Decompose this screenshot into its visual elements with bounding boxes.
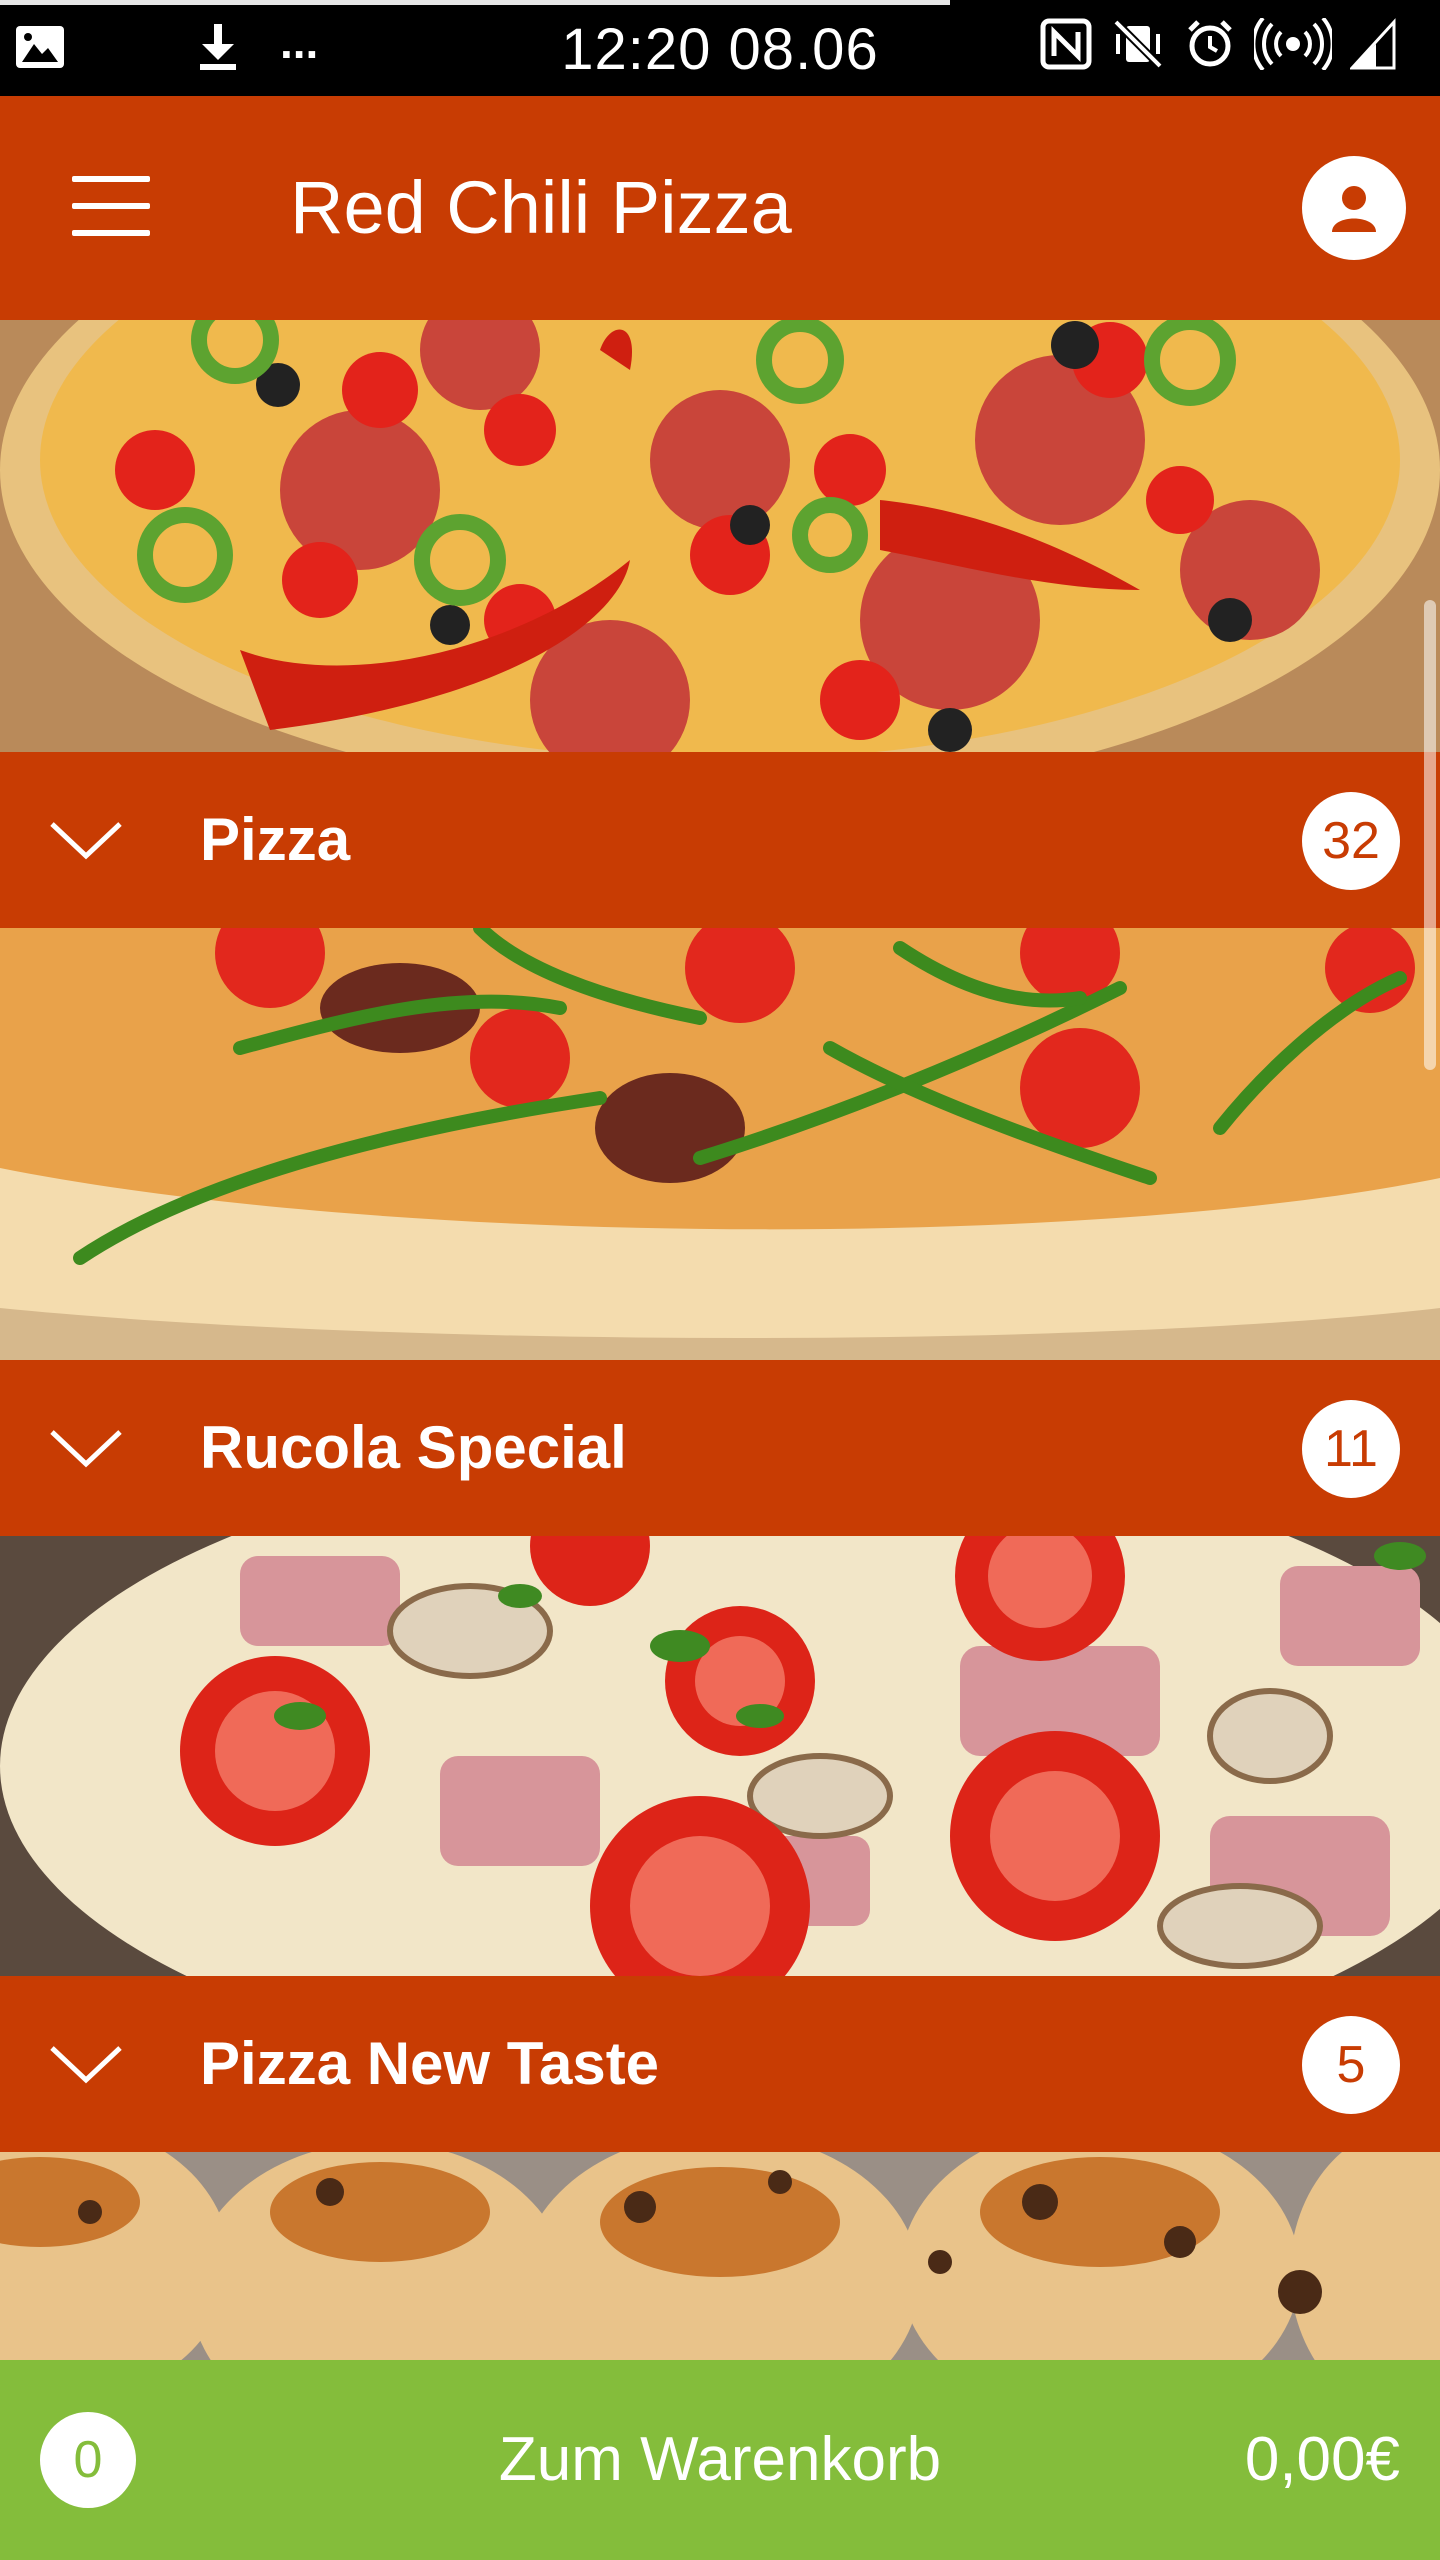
user-profile-icon: [1332, 186, 1376, 232]
category-image-next[interactable]: [0, 2152, 1440, 2360]
chevron-down-icon: [50, 822, 122, 860]
category-bar-pizza[interactable]: Pizza 32: [0, 752, 1440, 928]
app-bar: Red Chili Pizza: [0, 96, 1440, 320]
rucola-pizza-photo: [0, 928, 1440, 1360]
alarm-icon: [1188, 20, 1232, 67]
hamburger-menu-icon: [72, 176, 150, 182]
chevron-down-icon: [50, 1430, 122, 1468]
hotspot-icon: [1254, 18, 1332, 70]
download-progress-bar: [0, 0, 950, 5]
category-bar-rucola-special[interactable]: Rucola Special 11: [0, 1360, 1440, 1536]
pepperoni-pizza-photo: [0, 320, 1440, 752]
signal-icon: [1350, 18, 1396, 70]
cart-total: 0,00€: [1244, 2425, 1400, 2494]
status-bar: ... 12:20 08.06: [0, 0, 1440, 96]
nfc-icon: [1040, 18, 1092, 70]
category-image-pizza-new-taste[interactable]: [0, 1536, 1440, 1976]
cart-bar[interactable]: 0 Zum Warenkorb 0,00€: [0, 2360, 1440, 2560]
go-to-cart-button[interactable]: Zum Warenkorb: [0, 2360, 1440, 2560]
profile-button[interactable]: [1302, 156, 1406, 260]
category-bar-pizza-new-taste[interactable]: Pizza New Taste 5: [0, 1976, 1440, 2152]
hamburger-line: [72, 230, 150, 236]
hamburger-line: [72, 203, 150, 209]
app-title: Red Chili Pizza: [290, 166, 792, 249]
status-right: [1040, 18, 1396, 70]
category-image-rucola-special[interactable]: [0, 928, 1440, 1360]
category-title: Pizza New Taste: [200, 2030, 660, 2097]
ham-mushroom-pizza-photo: [0, 1536, 1440, 1976]
category-title: Rucola Special: [200, 1414, 627, 1481]
hamburger-menu-button[interactable]: [72, 176, 150, 236]
pizza-rolls-photo: [0, 2152, 1440, 2360]
chevron-down-icon: [50, 2046, 122, 2084]
mute-vibrate-icon: [1113, 19, 1163, 69]
category-image-pizza[interactable]: [0, 320, 1440, 752]
category-count-badge: 32: [1302, 792, 1400, 890]
category-count-badge: 11: [1302, 1400, 1400, 1498]
category-count-badge: 5: [1302, 2016, 1400, 2114]
category-title: Pizza: [200, 806, 351, 873]
scrollbar[interactable]: [1424, 600, 1436, 1070]
